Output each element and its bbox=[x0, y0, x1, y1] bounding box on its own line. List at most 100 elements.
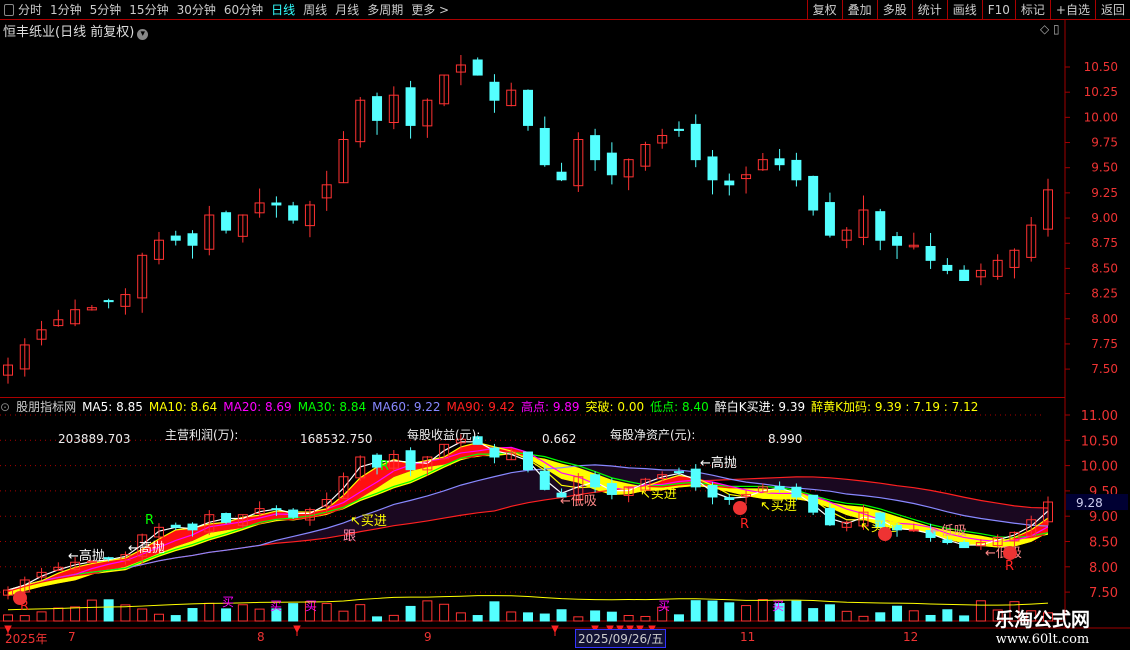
lower-candle bbox=[690, 468, 701, 488]
indicator-value: 突破: 0.00 bbox=[585, 400, 645, 414]
indicator-value: 醉白K买进: 9.39 bbox=[714, 400, 806, 414]
candle bbox=[523, 89, 533, 126]
lower-candle bbox=[808, 494, 819, 513]
signal-label: R bbox=[380, 459, 389, 474]
fin-value-3: 0.662 bbox=[542, 432, 577, 446]
volume-bar bbox=[153, 613, 164, 622]
upper-axis-label: 8.50 bbox=[1091, 261, 1118, 275]
chevron-down-icon[interactable]: ⊙ bbox=[0, 400, 10, 414]
candle bbox=[606, 152, 617, 176]
volume-bar bbox=[841, 610, 852, 622]
upper-axis-label: 9.00 bbox=[1091, 211, 1118, 225]
upper-axis-label: 10.50 bbox=[1084, 60, 1118, 74]
volume-bar bbox=[791, 600, 802, 622]
volume-bar bbox=[539, 613, 550, 622]
signal-label: ←高抛 bbox=[68, 548, 105, 564]
volume-bar bbox=[925, 614, 936, 622]
volume-bar bbox=[673, 614, 684, 622]
indicator-value: MA30: 8.84 bbox=[297, 400, 367, 414]
lower-candle bbox=[774, 485, 785, 490]
indicator-value: MA90: 9.42 bbox=[446, 400, 515, 414]
lower-axis-label: 7.50 bbox=[1089, 586, 1118, 601]
lower-candle bbox=[405, 450, 416, 471]
buy-mark: 买 bbox=[658, 599, 670, 613]
lower-candle bbox=[221, 513, 232, 523]
date-year: 2025年 bbox=[5, 632, 48, 646]
date-m9: 9 bbox=[424, 630, 432, 644]
buy-mark: 买 bbox=[222, 595, 234, 609]
signal-label: ←低吸 bbox=[560, 494, 597, 509]
volume-bar bbox=[506, 611, 517, 622]
upper-axis-label: 7.75 bbox=[1091, 337, 1118, 351]
lower-candle bbox=[590, 474, 601, 488]
candle bbox=[774, 158, 785, 166]
volume-bar bbox=[237, 604, 248, 622]
signal-label: ↖买进 bbox=[350, 514, 387, 529]
lower-candle bbox=[673, 471, 684, 474]
candle bbox=[556, 171, 567, 181]
lower-candle bbox=[271, 508, 282, 511]
date-m11: 11 bbox=[740, 630, 756, 644]
candle bbox=[170, 235, 181, 241]
fin-label-1: 主营利润(万): bbox=[165, 428, 239, 442]
upper-axis-label: 9.25 bbox=[1091, 186, 1118, 200]
signal-label: 跟 bbox=[343, 529, 356, 544]
ball-icon bbox=[733, 501, 747, 515]
candle bbox=[808, 175, 819, 211]
volume-bar bbox=[388, 614, 399, 622]
signal-label: ←低吸 bbox=[930, 524, 967, 539]
volume-bar bbox=[86, 599, 97, 622]
volume-bar bbox=[70, 606, 81, 622]
volume-ma bbox=[7, 595, 1049, 611]
volume-bar bbox=[707, 600, 718, 622]
date-m7: 7 bbox=[68, 630, 76, 644]
indicator-value: MA60: 9.22 bbox=[372, 400, 441, 414]
indicator-name[interactable]: 股朋指标网 bbox=[16, 400, 76, 414]
lower-axis-label: 8.50 bbox=[1089, 536, 1118, 551]
signal-label: R bbox=[145, 513, 154, 528]
lower-axis-label: 9.00 bbox=[1089, 510, 1118, 525]
indicator-value: 低点: 8.40 bbox=[650, 400, 709, 414]
volume-bar bbox=[724, 602, 735, 622]
volume-bar bbox=[741, 605, 752, 622]
signal-label: ↖买进 bbox=[640, 487, 677, 502]
upper-axis-label: 8.25 bbox=[1091, 287, 1118, 301]
ball-icon bbox=[1003, 546, 1017, 560]
signal-label: R bbox=[740, 517, 749, 532]
fin-value-4: 8.990 bbox=[768, 432, 803, 446]
upper-axis-label: 10.00 bbox=[1084, 110, 1118, 124]
volume-bar bbox=[640, 615, 651, 622]
candle bbox=[472, 59, 483, 76]
volume-bar bbox=[808, 608, 819, 622]
date-m8: 8 bbox=[257, 630, 265, 644]
buy-mark: 买 bbox=[270, 599, 282, 613]
volume-bar bbox=[824, 604, 835, 622]
volume-bar bbox=[757, 598, 768, 622]
upper-axis-label: 7.50 bbox=[1091, 362, 1118, 376]
fin-value-2: 168532.750 bbox=[300, 432, 373, 446]
volume-bar bbox=[439, 603, 450, 622]
volume-bar bbox=[892, 605, 903, 622]
volume-bar bbox=[53, 607, 64, 622]
volume-bar bbox=[590, 610, 601, 622]
candle bbox=[673, 128, 684, 131]
volume-bar bbox=[372, 616, 383, 622]
indicator-value: MA10: 8.64 bbox=[148, 400, 218, 414]
candle bbox=[489, 81, 500, 101]
candle bbox=[925, 245, 936, 261]
fin-value-1: 203889.703 bbox=[58, 432, 131, 446]
lower-candle bbox=[606, 483, 617, 495]
candle bbox=[791, 159, 802, 181]
volume-bar bbox=[523, 612, 533, 622]
volume-bar bbox=[455, 612, 466, 622]
candle bbox=[707, 156, 718, 181]
candle bbox=[892, 236, 903, 246]
indicator-header: ⊙ 股朋指标网 MA5: 8.85 MA10: 8.64 MA20: 8.69 MA30:… bbox=[0, 397, 1065, 414]
upper-axis-label: 8.75 bbox=[1091, 236, 1118, 250]
current-price-label: 9.28 bbox=[1076, 496, 1103, 510]
volume-bar bbox=[975, 600, 986, 622]
kline-chart[interactable]: 10.50 10.25 10.00 9.75 9.50 9.25 9.00 8.75 8.50 8… bbox=[0, 0, 1130, 650]
lower-candle bbox=[724, 497, 735, 501]
volume-bar bbox=[254, 608, 265, 622]
lower-candle bbox=[103, 557, 114, 560]
